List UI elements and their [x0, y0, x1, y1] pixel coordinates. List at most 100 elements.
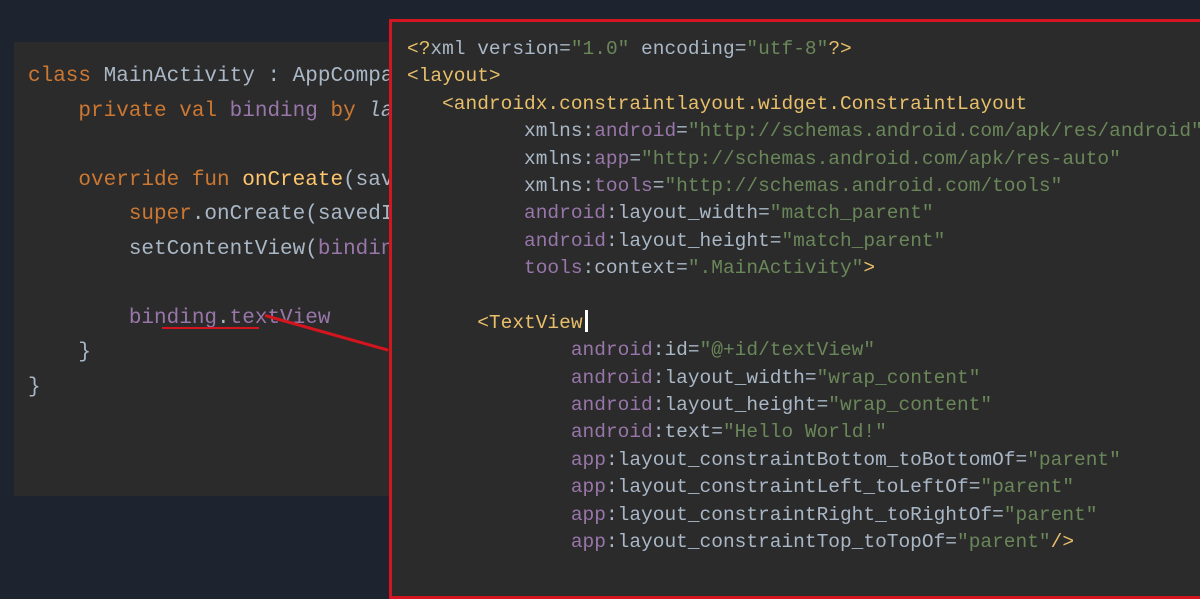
string-token: ".MainActivity": [687, 257, 864, 280]
text-cursor: [584, 309, 588, 332]
code-line: android:text="Hello World!": [407, 419, 1200, 446]
identifier-token: setContentView(: [28, 237, 318, 261]
namespace-token: app: [407, 476, 606, 499]
equals-token: =: [769, 229, 782, 252]
code-line: xmlns:tools="http://schemas.android.com/…: [407, 173, 1200, 200]
equals-token: =: [711, 421, 723, 444]
string-token: "parent": [980, 476, 1075, 499]
code-line: app:layout_constraintBottom_toBottomOf="…: [407, 447, 1200, 474]
attribute-token: :layout_constraintLeft_toLeftOf: [605, 476, 969, 499]
equals-token: =: [676, 257, 688, 280]
string-token: "http://schemas.android.com/tools": [664, 174, 1063, 197]
code-line: xmlns:android="http://schemas.android.co…: [407, 118, 1200, 145]
namespace-token: android: [594, 120, 677, 143]
reference-underline: [162, 327, 259, 329]
string-token: "http://schemas.android.com/apk/res-auto…: [641, 147, 1121, 170]
equals-token: =: [629, 147, 642, 170]
attribute-token: :layout_height: [652, 394, 817, 417]
property-token: binding: [217, 99, 318, 123]
equals-token: =: [968, 476, 981, 499]
attribute-token: xmlns: [407, 147, 583, 170]
tag-token: <?: [407, 38, 431, 60]
class-declaration: MainActivity : AppCompatA: [91, 65, 419, 88]
namespace-token: android: [407, 229, 606, 252]
namespace-token: android: [407, 421, 653, 444]
namespace-token: app: [407, 531, 606, 554]
keyword-token: super: [28, 203, 192, 226]
code-line: <layout>: [407, 65, 501, 88]
namespace-token: app: [594, 147, 630, 170]
function-token: onCreate: [229, 168, 344, 192]
attribute-token: xmlns: [407, 174, 583, 197]
tag-token: >: [863, 257, 876, 280]
code-line: android:layout_width="wrap_content": [407, 365, 1200, 392]
namespace-token: app: [407, 503, 606, 526]
code-line: android:layout_width="match_parent": [407, 200, 1200, 227]
string-token: "wrap_content": [828, 394, 993, 417]
attribute-token: :layout_constraintTop_toTopOf: [605, 531, 946, 554]
tag-token: ?>: [828, 38, 852, 60]
equals-token: =: [758, 202, 770, 225]
colon-token: :: [582, 120, 595, 143]
attribute-token: :layout_height: [605, 229, 770, 252]
attribute-token: xml version: [430, 38, 560, 60]
code-line: app:layout_constraintLeft_toLeftOf="pare…: [407, 474, 1200, 501]
attribute-token: xmlns: [407, 120, 583, 143]
equals-token: =: [734, 38, 747, 60]
attribute-token: :context: [582, 257, 677, 280]
equals-token: =: [992, 503, 1004, 526]
equals-token: =: [804, 366, 817, 389]
attribute-token: :text: [652, 421, 712, 444]
equals-token: =: [676, 120, 688, 143]
xml-layout-panel[interactable]: <?xml version="1.0" encoding="utf-8"?> <l…: [389, 19, 1200, 599]
attribute-token: :id: [652, 339, 688, 362]
string-token: "@+id/textView": [699, 339, 876, 362]
string-token: "1.0": [570, 38, 630, 60]
code-line: app:layout_constraintTop_toTopOf="parent…: [407, 529, 1200, 556]
equals-token: =: [687, 339, 700, 362]
attribute-token: :layout_width: [605, 202, 759, 225]
keyword-token: private val: [28, 99, 218, 123]
code-line: android:layout_height="wrap_content": [407, 392, 1200, 419]
equals-token: =: [816, 394, 829, 417]
code-line: xmlns:app="http://schemas.android.com/ap…: [407, 146, 1200, 173]
namespace-token: tools: [594, 174, 653, 197]
string-token: "parent": [1003, 503, 1098, 526]
colon-token: :: [582, 174, 595, 197]
attribute-token: :layout_constraintRight_toRightOf: [605, 503, 993, 526]
string-token: "Hello World!": [722, 421, 887, 444]
kotlin-editor[interactable]: class MainActivity : AppCompatA private …: [14, 42, 482, 496]
colon-token: :: [582, 147, 595, 170]
string-token: "match_parent": [781, 229, 946, 252]
namespace-token: android: [407, 202, 606, 225]
equals-token: =: [945, 531, 957, 554]
equals-token: =: [559, 38, 571, 60]
equals-token: =: [1015, 448, 1028, 471]
xml-code: <?xml version="1.0" encoding="utf-8"?> <l…: [407, 36, 1200, 556]
code-line: android:id="@+id/textView": [407, 337, 1200, 364]
keyword-token: by: [317, 99, 356, 123]
namespace-token: android: [407, 339, 653, 362]
keyword-token: class: [28, 65, 92, 88]
namespace-token: android: [407, 394, 653, 417]
string-token: "wrap_content": [816, 366, 981, 389]
equals-token: =: [652, 174, 665, 197]
code-line: <?xml version="1.0" encoding="utf-8"?>: [407, 36, 1200, 63]
string-token: "http://schemas.android.com/apk/res/andr…: [687, 120, 1200, 143]
namespace-token: app: [407, 448, 606, 471]
code-line: <androidx.constraintlayout.widget.Constr…: [407, 92, 1028, 115]
attribute-token: :layout_constraintBottom_toBottomOf: [605, 448, 1016, 471]
code-line: tools:context=".MainActivity">: [407, 255, 1200, 282]
textview-tag: <TextView: [407, 311, 583, 334]
string-token: "utf-8": [746, 38, 829, 60]
code-line: <TextView: [407, 309, 1200, 337]
attribute-token: :layout_width: [652, 366, 805, 389]
namespace-token: android: [407, 366, 653, 389]
attribute-token: encoding: [629, 38, 735, 60]
code-line-empty: [407, 283, 1200, 310]
string-token: "parent": [957, 531, 1051, 554]
keyword-token: override fun: [28, 168, 230, 192]
code-line: android:layout_height="match_parent": [407, 228, 1200, 255]
tag-token: />: [1050, 531, 1075, 554]
string-token: "match_parent": [769, 202, 934, 225]
